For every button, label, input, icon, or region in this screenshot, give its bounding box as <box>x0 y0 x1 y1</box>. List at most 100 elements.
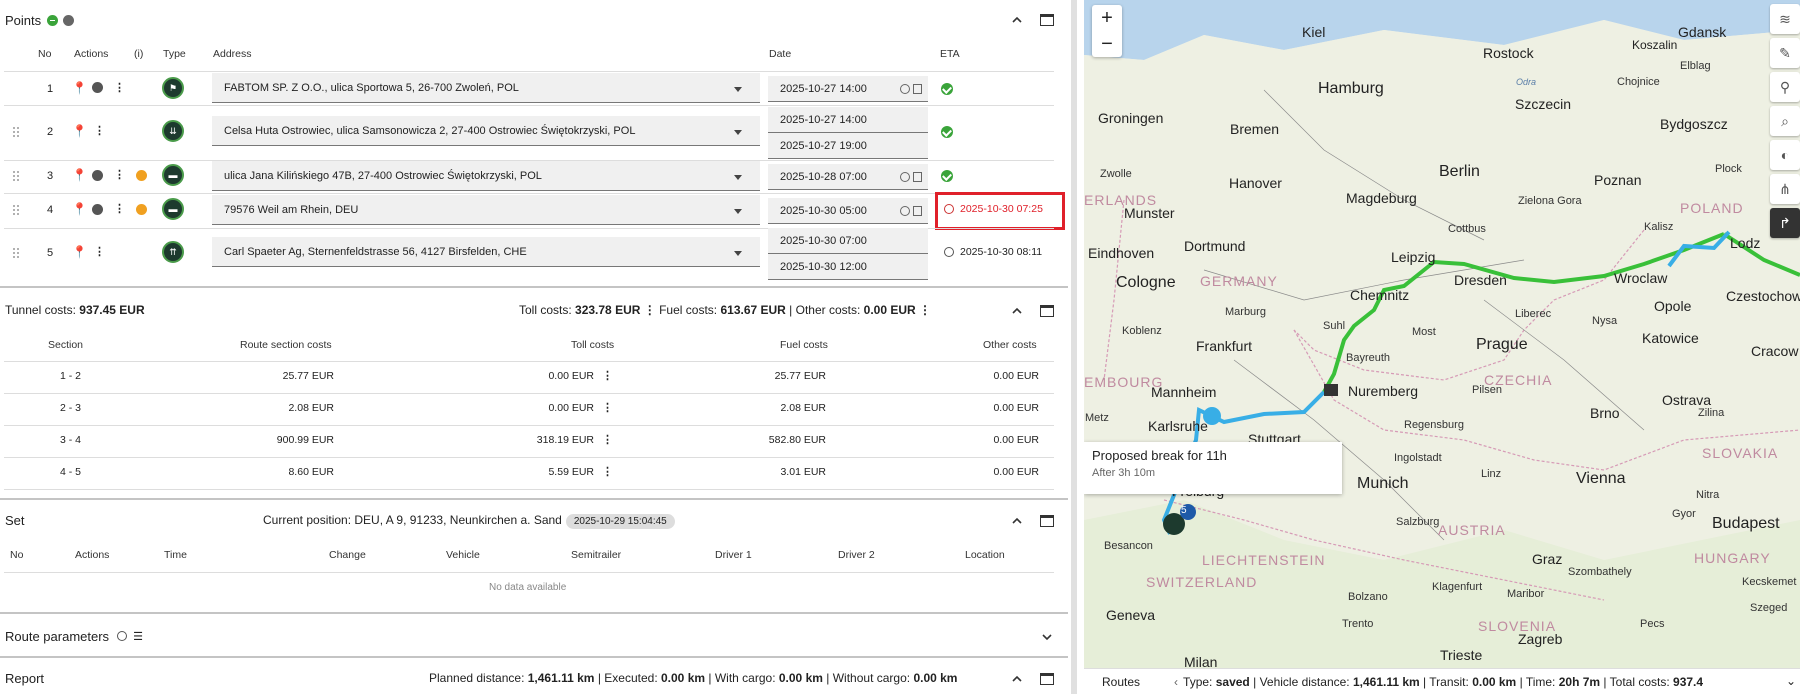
route-button[interactable]: ⋔ <box>1770 174 1800 204</box>
city-label: Maribor <box>1507 588 1545 600</box>
chevron-down-icon[interactable] <box>734 87 742 92</box>
city-label: Katowice <box>1642 330 1699 346</box>
expand-route-params-icon[interactable] <box>1040 630 1054 644</box>
collapse-set-icon[interactable] <box>1010 514 1024 528</box>
col-type: Type <box>163 48 186 60</box>
city-label: Zilina <box>1698 407 1725 419</box>
calendar-icon[interactable] <box>913 172 922 182</box>
collapse-costs-icon[interactable] <box>1010 304 1024 318</box>
maximize-costs-icon[interactable] <box>1040 305 1054 317</box>
country-label: POLAND <box>1680 200 1744 216</box>
add-location-icon[interactable]: 📍 <box>72 168 87 182</box>
drag-handle-icon[interactable] <box>12 247 22 259</box>
zoom-in-button[interactable]: + <box>1092 5 1122 31</box>
date-to-field[interactable]: 2025-10-30 12:00 <box>768 254 928 280</box>
list-icon[interactable]: ☰ <box>133 630 143 643</box>
date-to-field[interactable]: 2025-10-27 19:00 <box>768 133 928 159</box>
add-point-icon[interactable] <box>47 14 59 26</box>
more-icon[interactable]: ⋮ <box>602 401 613 414</box>
timer-icon[interactable] <box>63 14 75 26</box>
add-location-icon[interactable]: 📍 <box>72 81 87 95</box>
fuel-cost-cell: 2.08 EUR <box>780 402 826 414</box>
add-location-icon[interactable]: 📍 <box>72 245 87 259</box>
drag-handle-icon[interactable] <box>12 126 22 138</box>
address-field[interactable]: Celsa Huta Ostrowiec, ulica Samsonowicza… <box>212 116 760 146</box>
warning-icon <box>136 170 147 181</box>
chevron-down-icon[interactable] <box>734 130 742 135</box>
more-icon[interactable]: ⋮ <box>114 81 125 94</box>
clock-icon[interactable] <box>900 172 910 182</box>
marker-number: 5 <box>1181 505 1187 516</box>
point-no: 4 <box>47 204 54 216</box>
clock-icon[interactable] <box>900 206 910 216</box>
city-label: Plock <box>1715 163 1742 175</box>
address-field[interactable]: FABTOM SP. Z O.O., ulica Sportowa 5, 26-… <box>212 73 760 103</box>
remove-icon[interactable] <box>92 204 103 215</box>
date-field[interactable]: 2025-10-27 14:00 <box>768 76 928 102</box>
city-label: Klagenfurt <box>1432 581 1483 593</box>
report-summary: Planned distance: 1,461.11 km | Executed… <box>429 671 958 685</box>
address-field[interactable]: ulica Jana Kilińskiego 47B, 27-400 Ostro… <box>212 161 760 191</box>
panel-splitter[interactable] <box>1068 0 1084 694</box>
more-icon[interactable]: ⋮ <box>114 202 125 215</box>
date-text: 2025-10-27 14:00 <box>780 82 867 95</box>
date-field[interactable]: 2025-10-30 05:00 <box>768 198 928 224</box>
more-icon[interactable]: ⋮ <box>602 369 613 382</box>
more-icon[interactable]: ⋮ <box>602 433 613 446</box>
maximize-set-icon[interactable] <box>1040 515 1054 527</box>
add-location-icon[interactable]: 📍 <box>72 202 87 216</box>
zoom-out-button[interactable]: − <box>1092 31 1122 57</box>
settings-icon[interactable] <box>117 631 128 641</box>
point-no: 5 <box>47 247 54 259</box>
date-field[interactable]: 2025-10-28 07:00 <box>768 164 928 190</box>
city-label: Cottbus <box>1448 223 1486 235</box>
address-field[interactable]: 79576 Weil am Rhein, DEU <box>212 195 760 225</box>
map-view[interactable]: 5 + − ≋ ✎ ⚲ ⌕ ◐ ⋔ ↱ Kiel Rostock Gdansk … <box>1084 0 1800 694</box>
city-label: Rostock <box>1483 45 1534 61</box>
section-cell: 3 - 4 <box>60 434 82 446</box>
city-label: Chemnitz <box>1350 287 1410 303</box>
calendar-icon[interactable] <box>913 84 922 94</box>
remove-icon[interactable] <box>92 82 103 93</box>
more-icon[interactable]: ⋮ <box>94 245 105 258</box>
maximize-report-icon[interactable] <box>1040 673 1054 685</box>
city-label: Budapest <box>1712 515 1780 532</box>
city-label: Dortmund <box>1184 238 1246 254</box>
calendar-icon[interactable] <box>913 206 922 216</box>
directions-button[interactable]: ↱ <box>1770 208 1800 238</box>
city-label: Pecs <box>1640 618 1665 630</box>
traffic-button[interactable]: ◐ <box>1770 140 1800 170</box>
drag-handle-icon[interactable] <box>12 170 22 182</box>
chevron-down-icon[interactable] <box>734 209 742 214</box>
city-label: Munich <box>1357 475 1409 492</box>
chevron-down-icon[interactable] <box>734 251 742 256</box>
maximize-points-icon[interactable] <box>1040 14 1054 26</box>
more-icon[interactable]: ⋮ <box>602 465 613 478</box>
layers-button[interactable]: ≋ <box>1770 4 1800 34</box>
chevron-down-icon[interactable]: ⌄ <box>1786 674 1796 688</box>
date-text: 2025-10-27 19:00 <box>780 139 867 152</box>
toll-cost-cell: 5.59 EUR <box>548 466 594 478</box>
routes-label[interactable]: Routes <box>1102 675 1140 689</box>
ruler-button[interactable]: ✎ <box>1770 38 1800 68</box>
route-params-header[interactable]: Route parameters ☰ <box>0 622 1068 650</box>
prev-icon[interactable]: ‹ <box>1174 675 1178 689</box>
drag-handle-icon[interactable] <box>12 204 22 216</box>
date-from-field[interactable]: 2025-10-27 14:00 <box>768 107 928 133</box>
address-field[interactable]: Carl Spaeter Ag, Sternenfeldstrasse 56, … <box>212 237 760 267</box>
date-from-field[interactable]: 2025-10-30 07:00 <box>768 228 928 254</box>
toll-cost-cell: 318.19 EUR <box>536 434 594 446</box>
collapse-points-icon[interactable] <box>1010 13 1024 27</box>
route-cost-cell: 25.77 EUR <box>282 370 334 382</box>
remove-icon[interactable] <box>92 170 103 181</box>
col-route-costs: Route section costs <box>240 339 332 351</box>
add-location-icon[interactable]: 📍 <box>72 124 87 138</box>
search-button[interactable]: ⌕ <box>1770 106 1800 136</box>
break-popup: Proposed break for 11h After 3h 10m <box>1084 442 1342 494</box>
chevron-down-icon[interactable] <box>734 175 742 180</box>
location-pin-button[interactable]: ⚲ <box>1770 72 1800 102</box>
more-icon[interactable]: ⋮ <box>114 168 125 181</box>
clock-icon[interactable] <box>900 84 910 94</box>
more-icon[interactable]: ⋮ <box>94 124 105 137</box>
collapse-report-icon[interactable] <box>1010 672 1024 686</box>
